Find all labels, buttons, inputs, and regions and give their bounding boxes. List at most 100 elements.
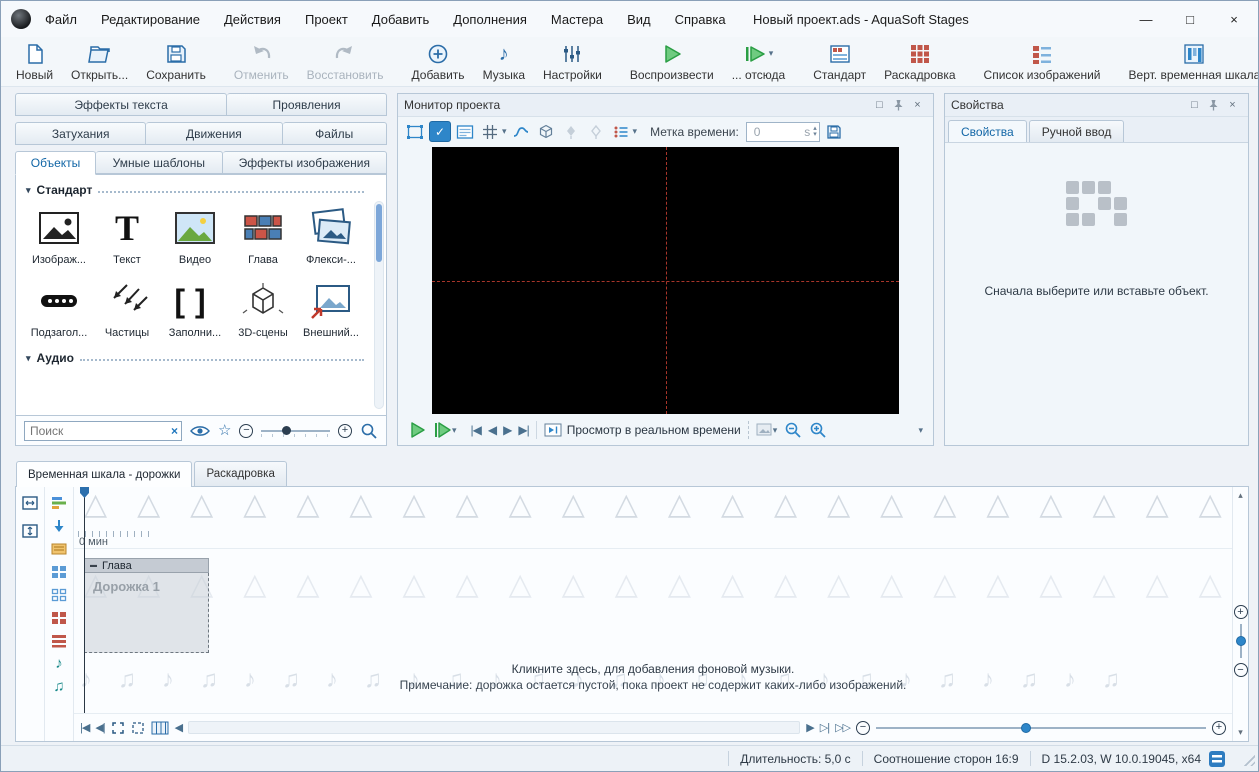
menu-help[interactable]: Справка [675,12,726,27]
grid-toggle[interactable]: ▾ [479,121,507,142]
tab-smart-templates[interactable]: Умные шаблоны [96,151,223,174]
realtime-preview-toggle[interactable]: Просмотр в реальном времени [544,423,741,437]
timeline-zoom-out-button[interactable]: − [856,721,870,735]
fit-horizontal-icon[interactable] [21,495,39,511]
tab-objects[interactable]: Объекты [15,151,96,175]
nav-prev-button[interactable]: ◀| [95,721,104,734]
timestamp-input[interactable] [752,124,782,140]
monitor-zoom-out-icon[interactable] [784,421,802,439]
nav-first-button[interactable]: |◀ [80,721,89,734]
nav-next-button[interactable]: ▷| [820,721,829,734]
go-to-start-button[interactable]: |◀ [471,423,481,437]
object-item-placeholder[interactable]: [] Заполни... [162,278,228,339]
tab-motions[interactable]: Движения [146,122,282,145]
spinner[interactable]: ▴▾ [813,126,817,138]
tab-image-effects[interactable]: Эффекты изображения [223,151,387,174]
chapter-block-header[interactable]: ▬ Глава [84,558,209,573]
monitor-zoom-in-icon[interactable] [809,421,827,439]
open-button[interactable]: Открыть... [62,38,137,85]
minimize-button[interactable]: — [1124,1,1168,37]
close-button[interactable]: × [1212,1,1256,37]
redo-button[interactable]: Восстановить [298,38,393,85]
track-1-block[interactable]: Дорожка 1 [84,573,209,653]
keyframe-prev-icon[interactable] [560,121,582,142]
tab-text-effects[interactable]: Эффекты текста [15,93,227,116]
menu-view[interactable]: Вид [627,12,651,27]
zoom-slider-knob[interactable] [1021,723,1031,733]
timeline-canvas[interactable]: △△△△△△△△△△△△△△△△△△△△△△ 0 мин △△△△△△△△△△△… [74,487,1232,741]
section-audio[interactable]: ▾ Аудио [26,351,364,365]
menu-addons[interactable]: Дополнения [453,12,527,27]
music-button[interactable]: ♪ Музыка [474,38,534,85]
step-forward-button[interactable]: ▶ [503,423,511,437]
playhead[interactable] [84,487,85,713]
object-item-text[interactable]: T Текст [94,205,160,266]
trim-end-icon[interactable] [131,721,145,735]
pin-panel-icon[interactable] [889,96,908,115]
object-item-video[interactable]: Видео [162,205,228,266]
go-to-end-button[interactable]: ▶| [518,423,528,437]
section-standard[interactable]: ▾ Стандарт [26,183,364,197]
tab-fades[interactable]: Затухания [15,122,146,145]
chapter-list-icon[interactable] [50,541,68,556]
step-back-button[interactable]: ◀ [488,423,496,437]
scrollbar-thumb[interactable] [376,204,382,262]
play-button[interactable]: Воспроизвести [621,38,723,85]
fit-vertical-icon[interactable] [21,523,39,539]
object-item-subtitle[interactable]: Подзагол... [26,278,92,339]
menu-actions[interactable]: Действия [224,12,281,27]
vzoom-slider[interactable] [1240,624,1242,658]
resize-grip[interactable] [1241,752,1255,766]
timeline-zoom-slider[interactable] [876,722,1206,734]
pin-panel-icon[interactable] [1204,96,1223,115]
tab-reveals[interactable]: Проявления [227,93,387,116]
music-track-beamed-icon[interactable]: ♫ [50,679,68,694]
apply-check-icon[interactable]: ✓ [429,121,451,142]
tab-timeline-tracks[interactable]: Временная шкала - дорожки [16,461,192,487]
status-app-icon[interactable] [1209,751,1225,767]
timeline-vscrollbar[interactable]: ▴ + − ▾ [1232,487,1248,741]
playbar-more-icon[interactable]: ▾ [918,426,923,435]
scroll-down-icon[interactable]: ▾ [1233,727,1248,738]
selection-frame-icon[interactable] [404,121,426,142]
menu-file[interactable]: Файл [45,12,77,27]
settings-button[interactable]: Настройки [534,38,611,85]
save-button[interactable]: Сохранить [137,38,215,85]
new-button[interactable]: Новый [7,38,62,85]
object-item-chapter[interactable]: Глава [230,205,296,266]
scroll-left-button[interactable]: ◀ [175,721,182,734]
storyboard-small-icon[interactable] [50,610,68,625]
timeline-hscrollbar[interactable] [188,721,800,734]
zoom-in-button[interactable]: + [338,424,352,438]
vzoom-out-button[interactable]: − [1234,663,1248,677]
favorites-star-icon[interactable]: ☆ [218,423,231,438]
menu-wizards[interactable]: Мастера [551,12,603,27]
close-panel-icon[interactable]: × [1223,96,1242,115]
timeline-zoom-in-button[interactable]: + [1212,721,1226,735]
object-item-external[interactable]: Внешний... [298,278,364,339]
maximize-button[interactable]: □ [1168,1,1212,37]
object-item-image[interactable]: Изображ... [26,205,92,266]
motion-curve-icon[interactable] [510,121,532,142]
cube-3d-icon[interactable] [535,121,557,142]
music-track-icon[interactable]: ♪ [50,656,68,671]
tab-manual-input[interactable]: Ручной ввод [1029,120,1125,142]
rows-icon[interactable] [50,633,68,648]
search-magnifier-icon[interactable] [360,422,378,440]
add-button[interactable]: Добавить [403,38,474,85]
scroll-up-icon[interactable]: ▴ [1233,490,1248,501]
maximize-panel-icon[interactable]: □ [870,96,889,115]
save-timestamp-icon[interactable] [823,121,845,142]
quality-toggle[interactable]: ▾ [756,423,778,437]
play-from-here-button[interactable]: ▾ ... отсюда [723,38,795,85]
object-item-3d-scene[interactable]: 3D-сцены [230,278,296,339]
vzoom-in-button[interactable]: + [1234,605,1248,619]
monitor-layout-icon[interactable] [454,121,476,142]
undo-button[interactable]: Отменить [225,38,298,85]
view-list-toggle[interactable]: ▾ [610,121,638,142]
scroll-right-button[interactable]: ▶ [806,721,813,734]
background-music-track[interactable]: ♪♫♪♫♪♫♪♫♪♫♪♫♪♫♪♫♪♫♪♫♪♫♪♫♪♫ Кликните здес… [74,657,1232,713]
objects-scrollbar[interactable] [374,201,384,409]
object-item-particles[interactable]: Частицы [94,278,160,339]
clear-search-icon[interactable]: × [171,425,178,437]
